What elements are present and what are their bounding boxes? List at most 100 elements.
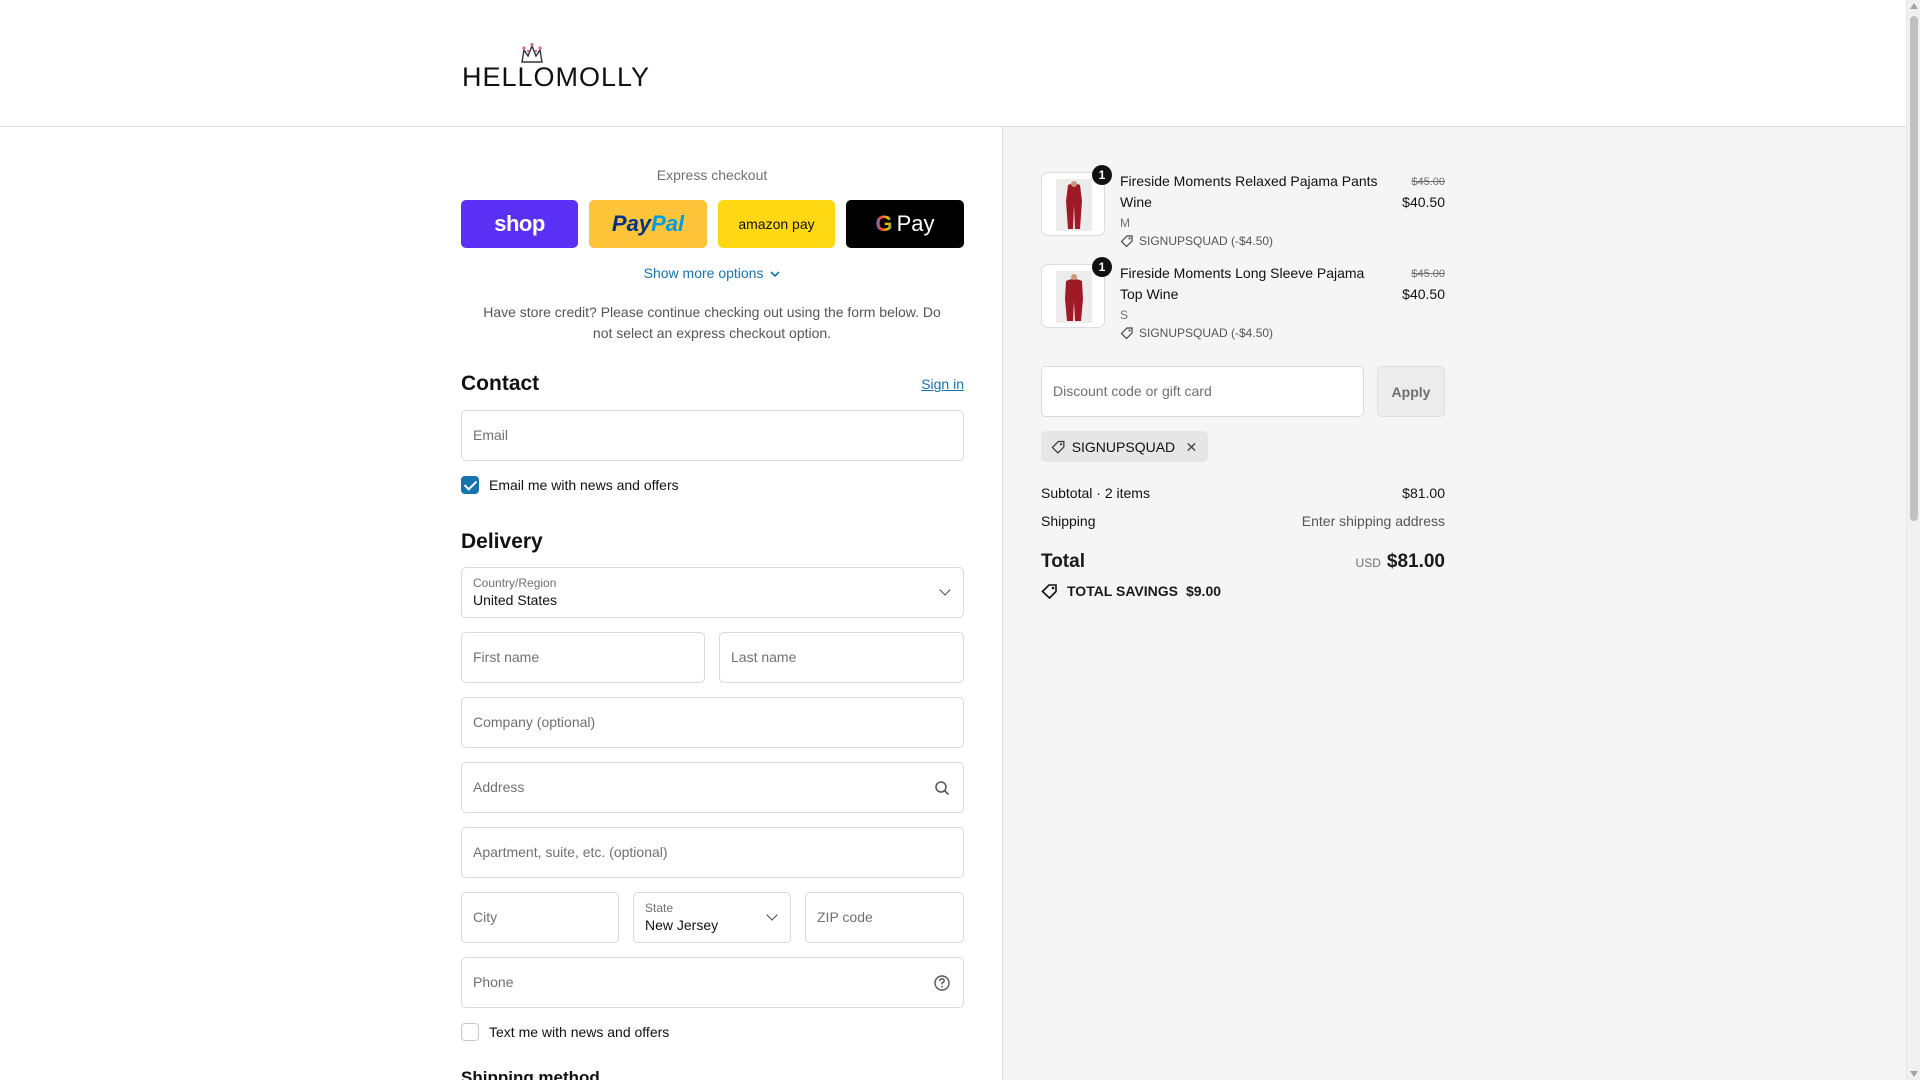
email-news-checkbox[interactable] <box>461 476 479 494</box>
email-news-label: Email me with news and offers <box>489 477 679 493</box>
item-name: Fireside Moments Relaxed Pajama Pants Wi… <box>1120 173 1378 210</box>
zip-field[interactable]: ZIP code <box>805 892 964 943</box>
discount-code-placeholder: Discount code or gift card <box>1053 383 1212 399</box>
total-value-group: USD $81.00 <box>1356 551 1445 573</box>
logo-text: HELLOMOLLY <box>462 62 651 92</box>
hellomolly-logo[interactable]: HELLOMOLLY <box>462 40 649 92</box>
chevron-down-icon <box>770 271 780 278</box>
apply-button[interactable]: Apply <box>1377 366 1445 417</box>
shop-pay-button[interactable]: shop <box>461 200 578 248</box>
item-name: Fireside Moments Long Sleeve Pajama Top … <box>1120 265 1365 302</box>
tag-icon <box>1120 235 1133 248</box>
phone-field[interactable]: Phone <box>461 957 964 1008</box>
text-news-checkbox[interactable] <box>461 1023 479 1041</box>
item-variant: S <box>1120 308 1129 322</box>
total-value: $81.00 <box>1386 551 1445 572</box>
original-price: $45.00 <box>1411 268 1445 280</box>
page-scrollbar[interactable] <box>1906 0 1920 1080</box>
tag-icon <box>1051 440 1065 454</box>
address-placeholder: Address <box>473 779 525 795</box>
first-name-field[interactable]: First name <box>461 632 705 683</box>
zip-placeholder: ZIP code <box>817 909 873 925</box>
tag-icon <box>1120 327 1133 340</box>
shipping-method-heading: Shipping method <box>461 1068 600 1080</box>
express-checkout-title: Express checkout <box>656 167 768 183</box>
state-select[interactable]: State New Jersey <box>633 892 791 943</box>
scroll-up-arrow-icon[interactable] <box>1910 3 1918 9</box>
product-image <box>1056 271 1092 323</box>
country-label: Country/Region <box>473 576 557 590</box>
subtotal-label: Subtotal · 2 items <box>1041 485 1150 501</box>
scroll-down-arrow-icon[interactable] <box>1910 1071 1918 1077</box>
apartment-field[interactable]: Apartment, suite, etc. (optional) <box>461 827 964 878</box>
subtotal-value: $81.00 <box>1402 485 1445 501</box>
first-name-placeholder: First name <box>473 649 540 665</box>
amazon-pay-label: amazon pay <box>738 216 815 232</box>
site-header: HELLOMOLLY <box>0 0 1906 127</box>
applied-code-label: SIGNUPSQUAD <box>1071 438 1176 455</box>
quantity-badge: 1 <box>1092 165 1112 185</box>
email-placeholder: Email <box>473 427 509 443</box>
search-icon <box>935 781 950 796</box>
discounted-price: $40.50 <box>1402 286 1445 302</box>
store-credit-notice: Have store credit? Please continue check… <box>483 304 941 341</box>
company-placeholder: Company (optional) <box>473 714 596 730</box>
shipping-value: Enter shipping address <box>1301 513 1445 529</box>
chevron-down-icon <box>939 584 951 596</box>
last-name-field[interactable]: Last name <box>719 632 964 683</box>
chevron-down-icon <box>766 909 778 921</box>
google-pay-label: Pay <box>896 211 935 236</box>
email-field[interactable]: Email <box>461 410 964 461</box>
help-circle-icon[interactable] <box>931 972 953 994</box>
product-thumbnail: 1 <box>1041 165 1112 236</box>
discount-code-field[interactable]: Discount code or gift card <box>1041 366 1364 417</box>
subtotal-row: Subtotal · 2 items $81.00 <box>1041 485 1445 501</box>
city-field[interactable]: City <box>461 892 619 943</box>
scroll-thumb[interactable] <box>1910 16 1918 521</box>
pajama-image-icon <box>1056 271 1092 323</box>
country-value: United States <box>473 592 558 608</box>
tag-icon <box>1041 584 1057 599</box>
apartment-placeholder: Apartment, suite, etc. (optional) <box>473 844 668 860</box>
address-field[interactable]: Address <box>461 762 964 813</box>
text-news-label: Text me with news and offers <box>489 1024 670 1040</box>
country-select[interactable]: Country/Region United States <box>461 567 964 618</box>
state-label: State <box>645 901 674 915</box>
pajama-image-icon <box>1056 179 1092 231</box>
total-row: Total USD $81.00 <box>1041 551 1445 573</box>
quantity-badge: 1 <box>1092 257 1112 277</box>
currency-code: USD <box>1355 556 1381 570</box>
applied-code-chip: SIGNUPSQUAD <box>1041 431 1208 462</box>
paypal-button[interactable]: Pay Pal <box>589 200 707 248</box>
state-value: New Jersey <box>645 917 719 933</box>
google-g-icon: G <box>875 211 893 236</box>
total-label: Total <box>1041 551 1085 572</box>
contact-heading: Contact <box>461 372 540 395</box>
amazon-pay-button[interactable]: amazon pay <box>718 200 835 248</box>
original-price: $45.00 <box>1411 176 1445 188</box>
total-savings-label: TOTAL SAVINGS <box>1067 583 1178 599</box>
shipping-row: Shipping Enter shipping address <box>1041 513 1445 529</box>
total-savings: TOTAL SAVINGS $9.00 <box>1041 583 1221 599</box>
product-thumbnail: 1 <box>1041 257 1112 328</box>
sign-in-link[interactable]: Sign in <box>900 376 964 392</box>
paypal-label-a: Pay <box>611 211 652 236</box>
shipping-label: Shipping <box>1041 513 1096 529</box>
paypal-label-b: Pal <box>651 211 685 236</box>
item-discount-label: SIGNUPSQUAD (-$4.50) <box>1139 234 1274 248</box>
total-savings-value: $9.00 <box>1185 583 1222 599</box>
show-more-options-label: Show more options <box>643 265 764 281</box>
phone-placeholder: Phone <box>473 974 514 990</box>
last-name-placeholder: Last name <box>731 649 797 665</box>
item-variant: M <box>1120 216 1130 230</box>
city-placeholder: City <box>473 909 498 925</box>
delivery-heading: Delivery <box>461 530 543 553</box>
close-icon[interactable] <box>1185 440 1198 454</box>
show-more-options-link[interactable]: Show more options <box>460 265 964 281</box>
item-discount: SIGNUPSQUAD (-$4.50) <box>1120 326 1273 340</box>
crown-icon <box>521 42 543 63</box>
item-discount-label: SIGNUPSQUAD (-$4.50) <box>1139 326 1274 340</box>
company-field[interactable]: Company (optional) <box>461 697 964 748</box>
discounted-price: $40.50 <box>1402 194 1445 210</box>
google-pay-button[interactable]: G Pay <box>846 200 964 248</box>
